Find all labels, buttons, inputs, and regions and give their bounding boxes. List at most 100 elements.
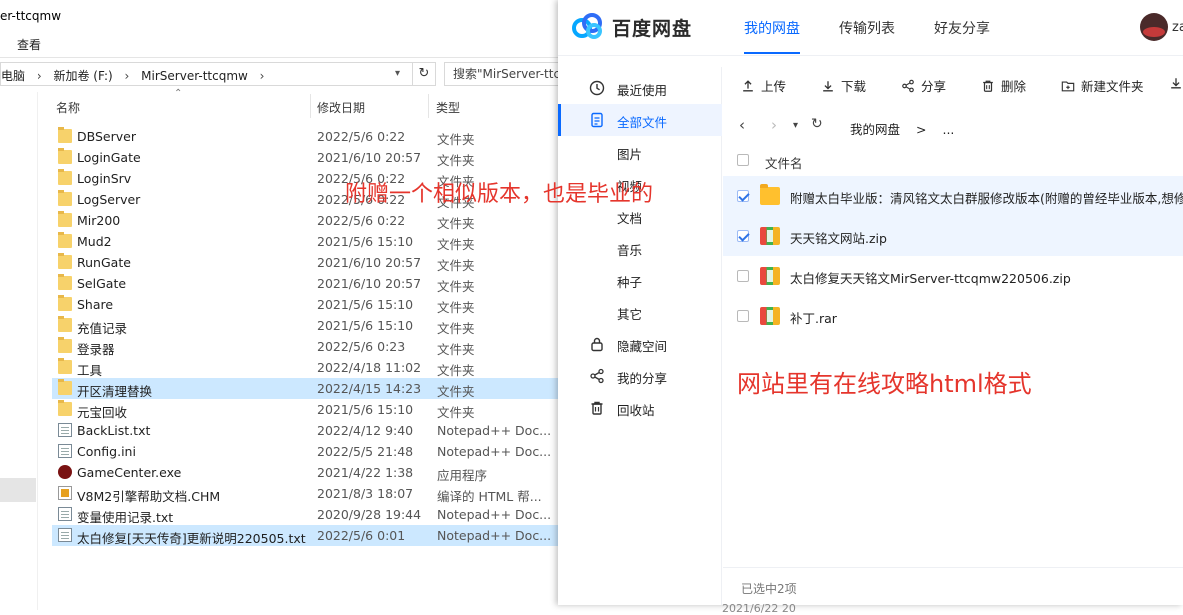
file-row[interactable]: 太白修复[天天传奇]更新说明220505.txt 2022/5/6 0:01 Not…	[52, 525, 560, 546]
brand-name: 百度网盘	[612, 18, 693, 40]
file-name: DBServer	[77, 129, 136, 144]
sidebar-item[interactable]: 回收站	[558, 392, 722, 424]
sidebar-item[interactable]: 全部文件	[558, 104, 722, 136]
search-input[interactable]: 搜索"MirServer-ttc	[444, 62, 560, 86]
file-row[interactable]: Config.ini 2022/5/5 21:48 Notepad++ Doc...	[52, 441, 560, 462]
more-download-icon[interactable]	[1169, 76, 1183, 91]
file-row[interactable]: 天天铭文网站.zip	[723, 216, 1183, 256]
crumb-more[interactable]: ...	[942, 122, 954, 137]
sidebar-item-label: 全部文件	[617, 115, 668, 130]
sidebar-item[interactable]: 种子	[558, 264, 722, 296]
refresh-icon[interactable]: ↻	[412, 62, 436, 86]
file-row[interactable]: DBServer 2022/5/6 0:22 文件夹	[52, 126, 560, 147]
forward-icon[interactable]: ›	[771, 116, 777, 134]
crumb-drive[interactable]: 新加卷 (F:)	[53, 69, 112, 83]
file-type: Notepad++ Doc...	[437, 528, 552, 543]
file-name: LogServer	[77, 192, 141, 207]
tab-my-disk[interactable]: 我的网盘	[744, 18, 800, 38]
share-icon	[589, 368, 605, 384]
file-date: 2022/4/12 9:40	[317, 423, 414, 438]
row-checkbox[interactable]	[737, 270, 749, 282]
toolbar-button[interactable]: 分享	[901, 76, 946, 95]
file-type: 文件夹	[437, 300, 475, 315]
username[interactable]: za	[1172, 20, 1183, 35]
row-checkbox[interactable]	[737, 190, 749, 202]
file-type: 应用程序	[437, 468, 488, 483]
row-checkbox[interactable]	[737, 310, 749, 322]
file-row[interactable]: 太白修复天天铭文MirServer-ttcqmw220506.zip	[723, 256, 1183, 296]
tab-transfer-list[interactable]: 传输列表	[839, 18, 895, 38]
share-icon	[901, 79, 915, 93]
download-icon	[821, 79, 835, 93]
chevron-down-icon[interactable]: ▾	[395, 68, 405, 79]
folder-icon	[58, 253, 72, 269]
file-row[interactable]: BackList.txt 2022/4/12 9:40 Notepad++ Doc.…	[52, 420, 560, 441]
file-row[interactable]: V8M2引擎帮助文档.CHM 2021/8/3 18:07 编译的 HTML 帮..…	[52, 483, 560, 504]
new-folder-icon	[1061, 79, 1075, 93]
toolbar-button[interactable]: 新建文件夹	[1061, 76, 1144, 95]
sidebar-item[interactable]: 音乐	[558, 232, 722, 264]
file-name: Share	[77, 297, 114, 312]
toolbar-button-label: 删除	[1001, 79, 1027, 94]
column-divider[interactable]	[310, 94, 311, 118]
file-row[interactable]: LoginGate 2021/6/10 20:57 文件夹	[52, 147, 560, 168]
file-row[interactable]: Mir200 2022/5/6 0:22 文件夹	[52, 210, 560, 231]
file-row[interactable]: 补丁.rar	[723, 296, 1183, 336]
file-row[interactable]: 工具 2022/4/18 11:02 文件夹	[52, 357, 560, 378]
file-row[interactable]: SelGate 2021/6/10 20:57 文件夹	[52, 273, 560, 294]
text-file-icon	[58, 444, 72, 458]
clock-icon	[589, 80, 605, 96]
avatar[interactable]	[1140, 13, 1168, 41]
file-row[interactable]: 附赠太白毕业版：清风铭文太白群服修改版本(附赠的曾经毕业版本,想修复...	[723, 176, 1183, 216]
back-icon[interactable]: ‹	[739, 116, 745, 134]
file-name: 补丁.rar	[790, 311, 837, 326]
toolbar-button[interactable]: 删除	[981, 76, 1026, 95]
file-icon	[589, 112, 605, 128]
file-row[interactable]: GameCenter.exe 2021/4/22 1:38 应用程序	[52, 462, 560, 483]
file-row[interactable]: 变量使用记录.txt 2020/9/28 19:44 Notepad++ Doc..…	[52, 504, 560, 525]
toolbar-button[interactable]: 上传	[741, 76, 786, 95]
file-row[interactable]: Share 2021/5/6 15:10 文件夹	[52, 294, 560, 315]
ribbon-tab-view[interactable]: 查看	[17, 36, 41, 53]
folder-icon	[58, 169, 72, 185]
sidebar-item-label: 最近使用	[617, 83, 668, 98]
sidebar-item[interactable]: 最近使用	[558, 72, 722, 104]
column-headers: ⌃ 名称 修改日期 类型	[40, 88, 560, 120]
header-type[interactable]: 类型	[436, 99, 460, 116]
header-date[interactable]: 修改日期	[317, 99, 365, 116]
refresh-icon[interactable]: ↻	[811, 116, 823, 132]
crumb-folder[interactable]: MirServer-ttcqmw	[141, 69, 248, 83]
file-row[interactable]: 登录器 2022/5/6 0:23 文件夹	[52, 336, 560, 357]
file-type: Notepad++ Doc...	[437, 444, 552, 459]
nav-selected-item[interactable]	[0, 478, 36, 502]
crumb-pc[interactable]: 电脑	[1, 69, 25, 83]
file-name: 附赠太白毕业版：清风铭文太白群服修改版本(附赠的曾经毕业版本,想修复...	[790, 191, 1183, 206]
archive-icon	[760, 267, 780, 285]
tab-friend-share[interactable]: 好友分享	[934, 18, 990, 38]
address-bar[interactable]: 电脑 › 新加卷 (F:) › MirServer-ttcqmw › ▾	[0, 62, 436, 86]
sidebar-item[interactable]: 我的分享	[558, 360, 722, 392]
file-row[interactable]: 元宝回收 2021/5/6 15:10 文件夹	[52, 399, 560, 420]
folder-icon	[58, 274, 72, 290]
column-divider[interactable]	[428, 94, 429, 118]
folder-icon	[58, 211, 72, 227]
history-dropdown-icon[interactable]: ▾	[793, 120, 798, 131]
header-filename[interactable]: 文件名	[765, 153, 803, 172]
file-date: 2020/9/28 19:44	[317, 507, 422, 522]
file-row[interactable]: RunGate 2021/6/10 20:57 文件夹	[52, 252, 560, 273]
file-row[interactable]: 充值记录 2021/5/6 15:10 文件夹	[52, 315, 560, 336]
toolbar-button[interactable]: 下载	[821, 76, 866, 95]
header-name[interactable]: 名称	[56, 99, 80, 116]
file-row[interactable]: Mud2 2021/5/6 15:10 文件夹	[52, 231, 560, 252]
select-all-checkbox[interactable]	[737, 154, 749, 166]
folder-icon	[58, 127, 72, 143]
file-row[interactable]: 开区清理替换 2022/4/15 14:23 文件夹	[52, 378, 560, 399]
sidebar-item[interactable]: 隐藏空间	[558, 328, 722, 360]
file-type: 文件夹	[437, 321, 475, 336]
sidebar-item-label: 其它	[617, 307, 643, 322]
sidebar-item[interactable]: 其它	[558, 296, 722, 328]
crumb-my-disk[interactable]: 我的网盘	[850, 122, 900, 137]
row-checkbox[interactable]	[737, 230, 749, 242]
sidebar-item[interactable]: 图片	[558, 136, 722, 168]
sidebar-item-label: 回收站	[617, 403, 655, 418]
